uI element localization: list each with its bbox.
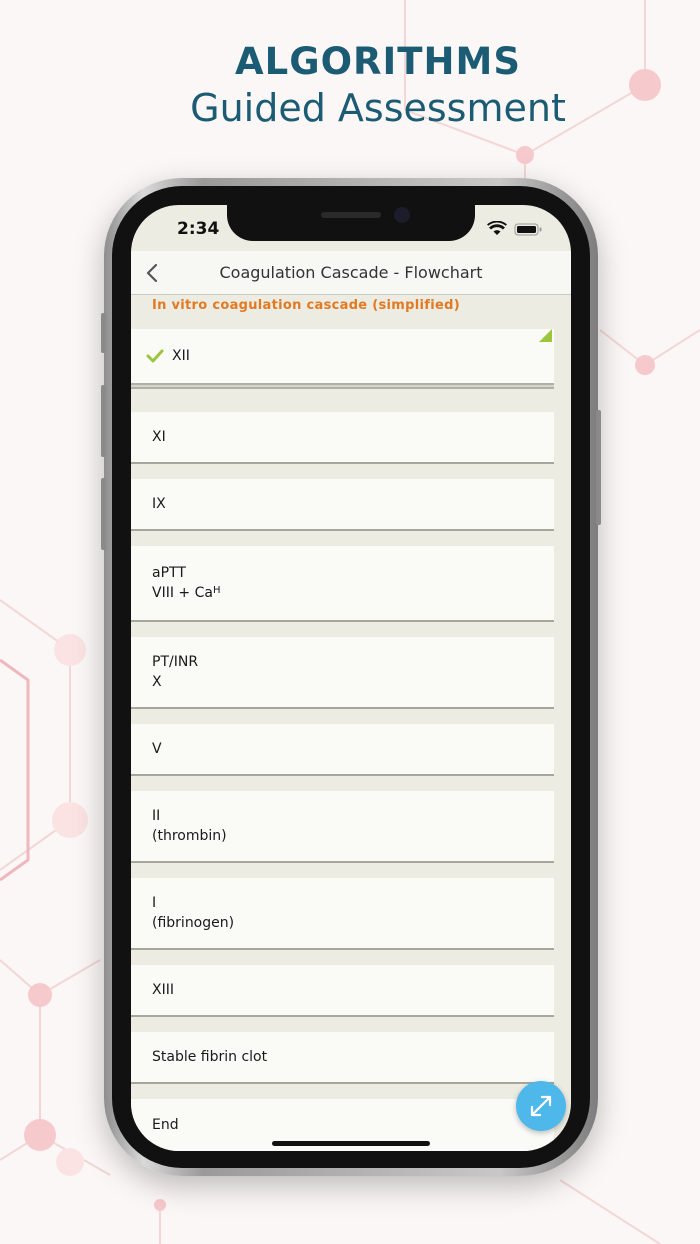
step-label: I bbox=[152, 895, 157, 911]
flowchart-step-ix[interactable]: IX bbox=[131, 479, 554, 531]
step-label: XII bbox=[172, 348, 190, 364]
volume-down-button bbox=[101, 478, 106, 550]
flowchart-step-i[interactable]: I (fibrinogen) bbox=[131, 878, 554, 950]
step-detail: VIII + CaH bbox=[152, 585, 221, 601]
headline-title: ALGORITHMS bbox=[235, 40, 521, 83]
wifi-icon bbox=[487, 220, 507, 235]
flowchart-step-xiii[interactable]: XIII bbox=[131, 965, 554, 1017]
flowchart-step-v[interactable]: V bbox=[131, 724, 554, 776]
nav-title: Coagulation Cascade - Flowchart bbox=[219, 263, 483, 282]
status-time: 2:34 bbox=[177, 219, 220, 239]
flowchart-step-stable-fibrin-clot[interactable]: Stable fibrin clot bbox=[131, 1032, 554, 1084]
expand-icon bbox=[530, 1095, 552, 1117]
section-heading: In vitro coagulation cascade (simplified… bbox=[152, 298, 460, 313]
step-label: Stable fibrin clot bbox=[152, 1049, 268, 1065]
expand-fab-button[interactable] bbox=[516, 1081, 566, 1131]
step-label: PT/INR bbox=[152, 654, 199, 670]
status-icons bbox=[487, 220, 551, 241]
flowchart-step-aptt[interactable]: aPTT VIII + CaH bbox=[131, 546, 554, 622]
volume-up-button bbox=[101, 385, 106, 457]
flowchart-step-xii[interactable]: XII bbox=[131, 329, 554, 383]
step-detail: X bbox=[152, 674, 162, 690]
flowchart-step-pt-inr[interactable]: PT/INR X bbox=[131, 637, 554, 709]
mute-switch bbox=[101, 313, 106, 353]
flowchart-step-ii[interactable]: II (thrombin) bbox=[131, 791, 554, 863]
step-detail: (fibrinogen) bbox=[152, 915, 235, 931]
step-label: XIII bbox=[152, 982, 174, 998]
phone-screen: 2:34 Coagulation Cascade - Flowchart In bbox=[131, 205, 571, 1151]
headline-subtitle: Guided Assessment bbox=[190, 86, 566, 130]
checkmark-icon bbox=[146, 349, 164, 363]
power-button bbox=[596, 410, 601, 525]
step-label: V bbox=[152, 741, 162, 757]
step-label: aPTT bbox=[152, 565, 186, 581]
flowchart-step-xi[interactable]: XI bbox=[131, 412, 554, 464]
selected-corner-marker bbox=[539, 329, 552, 342]
step-label: IX bbox=[152, 496, 166, 512]
step-label: II bbox=[152, 808, 161, 824]
notch bbox=[227, 205, 475, 241]
navigation-bar: Coagulation Cascade - Flowchart bbox=[131, 251, 571, 295]
step-detail: (thrombin) bbox=[152, 828, 227, 844]
step-label: End bbox=[152, 1117, 179, 1133]
battery-icon bbox=[514, 223, 542, 236]
home-indicator bbox=[272, 1141, 430, 1146]
step-label: XI bbox=[152, 429, 166, 445]
